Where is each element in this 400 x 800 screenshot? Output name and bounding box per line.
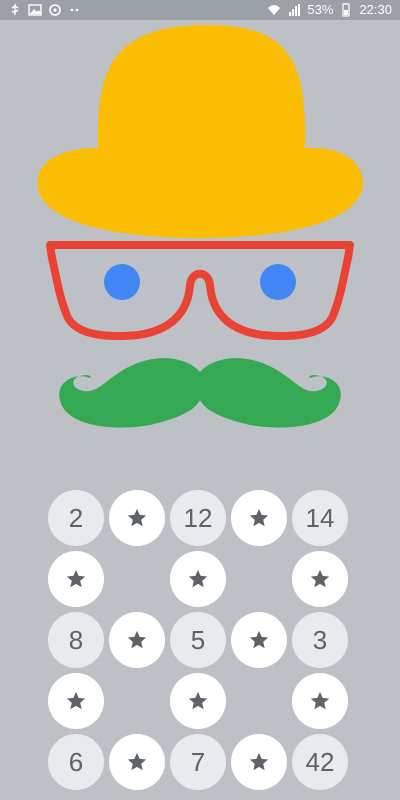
star-icon: [187, 568, 209, 590]
star-cell[interactable]: [109, 490, 165, 546]
number-cell[interactable]: 6: [48, 734, 104, 790]
mustache: [59, 358, 341, 428]
star-cell[interactable]: [231, 612, 287, 668]
star-cell[interactable]: [48, 673, 104, 729]
star-cell[interactable]: [48, 551, 104, 607]
star-cell[interactable]: [231, 490, 287, 546]
star-cell[interactable]: [292, 551, 348, 607]
number-cell[interactable]: 12: [170, 490, 226, 546]
number-cell[interactable]: 7: [170, 734, 226, 790]
star-cell[interactable]: [170, 673, 226, 729]
star-icon: [126, 629, 148, 651]
star-cell[interactable]: [109, 612, 165, 668]
number-cell[interactable]: 42: [292, 734, 348, 790]
number-cell[interactable]: 5: [170, 612, 226, 668]
star-cell[interactable]: [292, 673, 348, 729]
star-icon: [65, 568, 87, 590]
star-cell[interactable]: [170, 551, 226, 607]
star-icon: [65, 690, 87, 712]
number-cell[interactable]: 8: [48, 612, 104, 668]
star-cell[interactable]: [231, 734, 287, 790]
star-icon: [309, 690, 331, 712]
number-cell[interactable]: 2: [48, 490, 104, 546]
star-icon: [126, 751, 148, 773]
star-icon: [187, 690, 209, 712]
puzzle-grid: 2 12 14 8 5 3 6 7 42: [48, 490, 352, 795]
star-icon: [126, 507, 148, 529]
number-cell[interactable]: 3: [292, 612, 348, 668]
face-illustration: [0, 0, 400, 460]
star-icon: [248, 507, 270, 529]
glasses: [46, 241, 354, 341]
star-icon: [248, 629, 270, 651]
star-icon: [309, 568, 331, 590]
right-eye: [260, 264, 296, 300]
number-cell[interactable]: 14: [292, 490, 348, 546]
star-icon: [248, 751, 270, 773]
hat: [37, 24, 363, 238]
left-eye: [104, 264, 140, 300]
star-cell[interactable]: [109, 734, 165, 790]
